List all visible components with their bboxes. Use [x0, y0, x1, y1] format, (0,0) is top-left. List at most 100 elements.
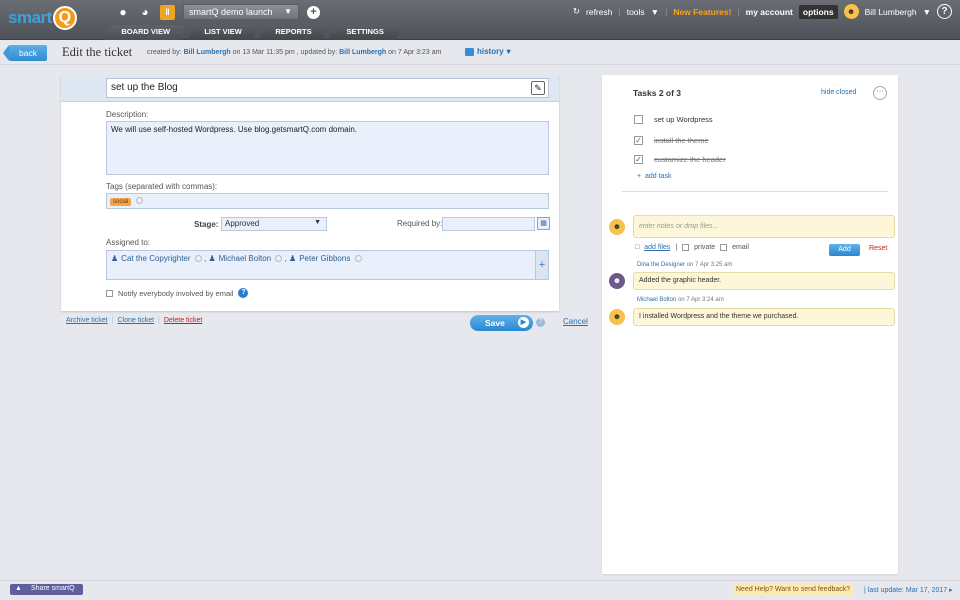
new-features-link[interactable]: New Features! — [673, 7, 731, 17]
chevron-down-icon: ▼ — [314, 219, 321, 226]
required-by-input[interactable] — [442, 217, 535, 231]
calendar-icon[interactable]: ▦ — [537, 217, 550, 230]
help-icon[interactable]: ? — [937, 4, 952, 19]
remove-assignee-icon[interactable] — [354, 255, 362, 263]
board-icon[interactable]: ‖ — [160, 4, 175, 20]
divider: | — [665, 6, 668, 17]
note-options: □ add files | private email — [635, 244, 749, 251]
divider: | — [158, 317, 160, 324]
stage-value: Approved — [225, 219, 260, 228]
assignee[interactable]: Cat the Copyrighter — [121, 254, 190, 263]
feedback-link[interactable]: Need Help? Want to send feedback? — [733, 584, 854, 595]
add-files-link[interactable]: add files — [644, 244, 670, 251]
tag-pill[interactable]: social — [110, 198, 132, 206]
assignee[interactable]: Peter Gibbons — [299, 254, 350, 263]
comment-meta: Dina the Designer on 7 Apr 3:25 am — [637, 262, 732, 268]
assignee[interactable]: Michael Bolton — [219, 254, 271, 263]
last-update-link[interactable]: | last update: Mar 17, 2017 ▸ — [864, 586, 953, 594]
note-input[interactable]: enter notes or drop files... — [633, 215, 895, 238]
side-panel: Tasks 2 of 3 hide closed ··· set up Word… — [602, 75, 898, 574]
tab-board-view[interactable]: BOARD VIEW — [104, 25, 187, 40]
email-checkbox[interactable] — [720, 244, 728, 251]
comment-time: on 7 Apr 3:24 am — [678, 297, 724, 303]
user-icon: ♟ — [208, 254, 216, 263]
refresh-link[interactable]: refresh — [586, 7, 612, 17]
assignees-field[interactable]: ♟ Cat the Copyrighter , ♟ Michael Bolton ,… — [106, 250, 549, 280]
save-area: Save ▶ — [463, 313, 543, 334]
task-item: set up Wordpress — [634, 115, 713, 124]
comment-author[interactable]: Dina the Designer — [637, 262, 685, 268]
remove-assignee-icon[interactable] — [194, 255, 202, 263]
dashboard-icon[interactable]: ◕ — [138, 5, 152, 19]
task-checkbox[interactable]: ✓ — [634, 136, 643, 145]
private-label: private — [694, 244, 716, 251]
pencil-icon[interactable]: ✎ — [531, 81, 545, 95]
task-label[interactable]: customize the header — [654, 155, 726, 164]
hide-closed-link[interactable]: hide closed — [821, 89, 856, 96]
stage-select[interactable]: Approved ▼ — [221, 217, 327, 231]
tasks-title: Tasks 2 of 3 — [633, 88, 682, 98]
chevron-down-icon[interactable]: ▼ — [923, 7, 931, 17]
reset-link[interactable]: Reset — [869, 245, 887, 252]
description-field[interactable]: We will use self-hosted Wordpress. Use b… — [106, 121, 549, 175]
refresh-icon[interactable]: ↻ — [573, 6, 580, 17]
back-button[interactable]: back — [3, 45, 47, 61]
clone-ticket-link[interactable]: Clone ticket — [117, 317, 154, 324]
user-icon: ♟ — [111, 254, 119, 263]
user-avatar[interactable]: ☻ — [843, 4, 859, 19]
history-label: history — [477, 47, 504, 56]
private-checkbox[interactable] — [682, 244, 690, 251]
save-button[interactable]: Save ▶ — [470, 315, 533, 331]
comment-author[interactable]: Michael Bolton — [637, 297, 676, 303]
created-on: on 13 Mar 11:35 pm , updated by: — [232, 49, 338, 56]
tab-label: REPORTS — [275, 27, 312, 36]
notify-row: Notify everybody involved by email ? — [106, 288, 249, 298]
options-button[interactable]: options — [798, 4, 838, 19]
user-icon[interactable]: ● — [116, 5, 130, 19]
cancel-link[interactable]: Cancel — [563, 317, 588, 326]
notify-checkbox[interactable] — [106, 289, 113, 297]
assigned-label: Assigned to: — [106, 238, 151, 247]
creator-link[interactable]: Bill Lumbergh — [184, 49, 231, 56]
task-checkbox[interactable]: ✓ — [634, 155, 643, 164]
add-project-icon[interactable]: + — [307, 5, 320, 19]
chevron-down-icon[interactable]: ▼ — [651, 7, 659, 17]
comment: I installed Wordpress and the theme we p… — [633, 308, 895, 326]
project-name: smartQ demo launch — [189, 7, 273, 17]
comment: Added the graphic header. — [633, 272, 895, 290]
task-checkbox[interactable] — [634, 115, 643, 124]
ticket-title-input[interactable]: set up the Blog ✎ — [106, 78, 549, 98]
more-icon[interactable]: ··· — [873, 86, 887, 100]
remove-assignee-icon[interactable] — [275, 255, 283, 263]
archive-ticket-link[interactable]: Archive ticket — [66, 317, 108, 324]
tab-reports[interactable]: REPORTS — [258, 25, 328, 40]
add-task-link[interactable]: + add task — [637, 173, 671, 180]
updater-link[interactable]: Bill Lumbergh — [339, 49, 386, 56]
ticket-subbar: back Edit the ticket created by: Bill Lu… — [0, 41, 960, 65]
remove-tag-icon[interactable] — [135, 197, 143, 205]
share-button[interactable]: ▲ Share smartQ — [10, 584, 83, 595]
project-selector[interactable]: smartQ demo launch ▼ — [183, 4, 299, 20]
app-logo[interactable]: smart Q — [8, 5, 77, 31]
help-icon[interactable]: ? — [238, 288, 249, 298]
ticket-actions: Archive ticket | Clone ticket | Delete t… — [66, 317, 202, 324]
comment-text: I installed Wordpress and the theme we p… — [639, 313, 799, 320]
tools-menu[interactable]: tools — [627, 7, 645, 17]
user-name[interactable]: Bill Lumbergh — [865, 7, 917, 17]
tab-label: BOARD VIEW — [121, 27, 171, 36]
save-help-icon[interactable]: ? — [536, 318, 545, 327]
tab-list-view[interactable]: LIST VIEW — [187, 25, 258, 40]
task-label[interactable]: install the theme — [654, 136, 709, 145]
delete-ticket-link[interactable]: Delete ticket — [164, 317, 203, 324]
add-assignee-button[interactable]: + — [535, 251, 548, 279]
tab-settings[interactable]: SETTINGS — [329, 25, 400, 40]
top-bar: smart Q ● ◕ ‖ smartQ demo launch ▼ + BOA… — [0, 0, 960, 40]
tags-field[interactable]: social — [106, 193, 549, 209]
task-label[interactable]: set up Wordpress — [654, 115, 713, 124]
avatar: ☻ — [609, 273, 625, 289]
save-label: Save — [485, 318, 505, 328]
title-bar: set up the Blog ✎ — [61, 75, 559, 102]
add-note-button[interactable]: Add — [829, 244, 860, 256]
history-menu[interactable]: history ▾ — [465, 47, 511, 56]
my-account-link[interactable]: my account — [746, 7, 793, 17]
